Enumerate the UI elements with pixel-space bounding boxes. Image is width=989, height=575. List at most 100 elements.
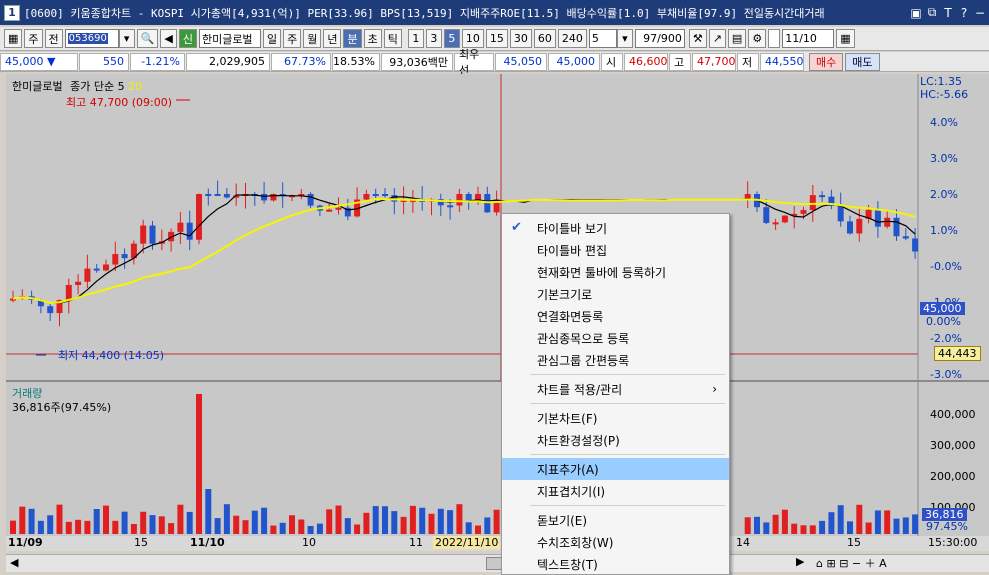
volume-bar	[828, 512, 835, 534]
menu-item[interactable]: 지표겹치기(I)	[502, 480, 729, 502]
volume-bar	[140, 511, 147, 534]
scroll-left-icon[interactable]: ◀	[10, 556, 18, 569]
time-label: 15:30:00	[928, 536, 978, 549]
volume-bar	[261, 507, 268, 534]
price-tick-label: 1.0%	[930, 224, 958, 237]
period-month-button[interactable]: 월	[303, 29, 322, 48]
menu-item[interactable]: 타이틀바 편집	[502, 239, 729, 261]
menu-separator	[530, 403, 725, 404]
code-dropdown-icon[interactable]: ▾	[118, 29, 135, 48]
interval-dropdown-icon[interactable]: ▾	[616, 29, 633, 48]
menu-item[interactable]: 지표추가(A)	[502, 458, 729, 480]
period-week-button[interactable]: 주	[283, 29, 302, 48]
minute-15-button[interactable]: 15	[485, 29, 508, 48]
window-icon[interactable]: ▣	[909, 5, 923, 21]
volume-tick-label: 200,000	[930, 470, 976, 483]
volume-bar	[37, 520, 44, 534]
menu-item[interactable]: 기본차트(F)	[502, 407, 729, 429]
count-input[interactable]: 97/900	[634, 29, 685, 48]
restore-icon[interactable]: ⧉	[925, 5, 939, 21]
minute-60-button[interactable]: 60	[533, 29, 556, 48]
search-icon[interactable]: 🔍	[136, 29, 159, 48]
volume-bar	[400, 516, 407, 534]
interval-input[interactable]: 5	[588, 29, 617, 48]
grid-icon[interactable]: ▦	[4, 29, 23, 48]
price-tick-label: -3.0%	[930, 368, 962, 381]
volume-bar	[437, 508, 444, 534]
draw-tool-icon[interactable]: ⚒	[688, 29, 707, 48]
period-year-button[interactable]: 년	[323, 29, 342, 48]
trendline-icon[interactable]: ↗	[708, 29, 726, 48]
sell-button[interactable]: 매도	[845, 52, 880, 71]
volume-bar	[75, 519, 82, 534]
period-minute-button[interactable]: 분	[343, 29, 362, 48]
menu-item-label: 수치조회창(W)	[537, 535, 614, 550]
volume-bar	[298, 519, 305, 534]
period-day-button[interactable]: 일	[262, 29, 282, 48]
help-icon[interactable]: ?	[957, 5, 971, 21]
menu-separator	[530, 505, 725, 506]
menu-item[interactable]: 텍스트창(T)	[502, 553, 729, 575]
menu-item[interactable]: 차트를 적용/관리 ›	[502, 378, 729, 400]
crosshair-date-label: 2022/11/10	[433, 536, 501, 549]
minute-5-button[interactable]: 5	[443, 29, 460, 48]
minute-1-button[interactable]: 1	[407, 29, 424, 48]
candle	[270, 194, 277, 201]
volume-bar	[391, 511, 398, 534]
volume-bar	[307, 525, 314, 534]
menu-item[interactable]: 관심그룹 간편등록	[502, 349, 729, 371]
chart-scrollbar[interactable]: ◀ ▶ ⌂ ⊞ ⊟ − ＋ A	[6, 554, 989, 572]
type-select[interactable]: 주	[24, 29, 43, 48]
all-button[interactable]: 전	[44, 29, 63, 48]
menu-item-label: 타이틀바 편집	[537, 243, 608, 258]
minute-3-button[interactable]: 3	[425, 29, 442, 48]
minimize-icon[interactable]: −	[973, 5, 987, 21]
menu-item[interactable]: 현재화면 툴바에 등록하기	[502, 261, 729, 283]
volume-bar	[744, 517, 751, 534]
menu-item[interactable]: 관심종목으로 등록	[502, 327, 729, 349]
menu-item[interactable]: 수치조회창(W)	[502, 531, 729, 553]
low-price: 44,550	[760, 52, 804, 71]
volume-bar	[47, 515, 54, 534]
zoom-controls[interactable]: ⌂ ⊞ ⊟ − ＋ A	[816, 555, 887, 571]
menu-item[interactable]: 연결화면등록	[502, 305, 729, 327]
menu-item[interactable]: ✔ 타이틀바 보기	[502, 217, 729, 239]
text-icon[interactable]: T	[941, 5, 955, 21]
menu-item[interactable]: 차트환경설정(P)	[502, 429, 729, 451]
chart-area[interactable]: 한미글로벌 종가 단순 5 20 최고 47,700 (09:00) 최저 44…	[6, 74, 989, 539]
period-tick-button[interactable]: 틱	[383, 29, 402, 48]
menu-item[interactable]: 돋보기(E)	[502, 509, 729, 531]
credit-badge[interactable]: 신	[178, 29, 197, 48]
stock-code-input[interactable]: 053690	[64, 29, 119, 48]
volume-bar	[158, 516, 165, 534]
candle	[763, 207, 770, 223]
volume-bar	[186, 511, 193, 534]
volume-bar	[233, 515, 240, 534]
price-volume-chart[interactable]	[6, 74, 989, 539]
volume-bar	[856, 504, 863, 534]
settings-gear-icon[interactable]: ⚙	[748, 29, 767, 48]
volume-bar	[121, 511, 128, 534]
stock-legend: 한미글로벌	[12, 80, 63, 93]
high-label: 고	[669, 52, 691, 71]
date-label: 11	[409, 536, 423, 549]
menu-item[interactable]: 기본크기로	[502, 283, 729, 305]
volume-bar	[419, 507, 426, 534]
speaker-icon[interactable]: ◀	[160, 29, 177, 48]
date-checkbox[interactable]	[768, 29, 781, 48]
calendar-icon[interactable]: ▦	[836, 29, 855, 48]
context-menu[interactable]: ✔ 타이틀바 보기 타이틀바 편집 현재화면 툴바에 등록하기 기본크기로 연결화면등록 관…	[501, 213, 730, 575]
scroll-right-icon[interactable]: ▶	[796, 555, 804, 568]
minute-240-button[interactable]: 240	[557, 29, 587, 48]
open-label: 시	[601, 52, 623, 71]
menu-item-label: 지표겹치기(I)	[537, 484, 606, 499]
candle	[112, 254, 119, 265]
candle	[140, 225, 147, 244]
buy-button[interactable]: 매수	[809, 52, 844, 71]
period-second-button[interactable]: 초	[363, 29, 382, 48]
volume-bar	[344, 518, 351, 534]
candle	[884, 217, 891, 227]
minute-30-button[interactable]: 30	[509, 29, 532, 48]
date-input[interactable]: 11/10	[782, 29, 835, 48]
save-icon[interactable]: ▤	[727, 29, 747, 48]
